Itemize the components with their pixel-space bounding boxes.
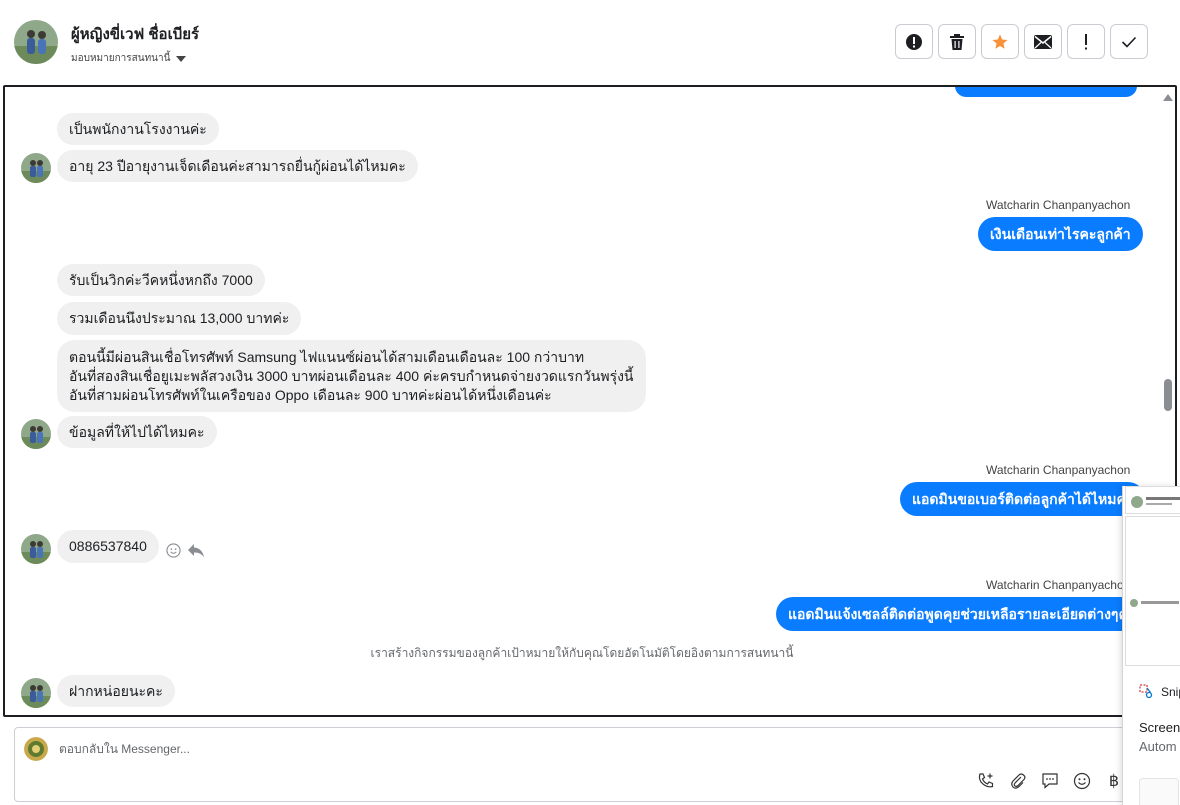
- message-outgoing-clipped: [955, 87, 1137, 102]
- message-bubble[interactable]: เงินเดือนเท่าไรคะลูกค้า: [978, 217, 1143, 251]
- message-incoming: ข้อมูลที่ให้ไปได้ไหมคะ: [57, 416, 217, 448]
- conversation-actions: [895, 24, 1148, 59]
- message-line: อันที่สามผ่อนโทรศัพท์ในเครือของ Oppo เดื…: [69, 386, 552, 403]
- star-icon: [992, 34, 1008, 49]
- snip-row: Snip: [1139, 684, 1180, 700]
- contact-avatar-small: [21, 534, 51, 564]
- star-button[interactable]: [981, 24, 1019, 59]
- chat-bubble-icon: [1042, 773, 1058, 789]
- message-bubble[interactable]: เป็นพนักงานโรงงานค่ะ: [57, 113, 219, 145]
- overlay-action-button[interactable]: [1139, 778, 1179, 805]
- reply-input[interactable]: [59, 742, 959, 756]
- message-incoming: เป็นพนักงานโรงงานค่ะ: [57, 113, 219, 145]
- caret-down-icon: [176, 55, 187, 62]
- message-bubble[interactable]: แอดมินแจ้งเซลล์ติดต่อพูดคุยช่วยเหลือรายล…: [776, 597, 1148, 631]
- reply-icon[interactable]: [187, 543, 205, 558]
- message-bubble[interactable]: ตอนนี้มีผ่อนสินเชื่อโทรศัพท์ Samsung ไฟแ…: [57, 340, 646, 412]
- sender-name: Watcharin Chanpanyachon: [986, 198, 1131, 212]
- preview-card[interactable]: [1125, 516, 1180, 666]
- baht-icon: ฿: [1108, 773, 1120, 790]
- paperclip-icon: [1011, 773, 1026, 789]
- mark-spam-button[interactable]: [895, 24, 933, 59]
- notification-overlay[interactable]: Snip Screen Autom: [1122, 486, 1180, 805]
- message-outgoing: แอดมินขอเบอร์ติดต่อลูกค้าได้ไหมคะ: [900, 482, 1146, 516]
- message-bubble[interactable]: อายุ 23 ปีอายุงานเจ็ดเดือนค่ะสามารถยื่นก…: [57, 150, 418, 182]
- scroll-up-arrow-icon[interactable]: [1163, 94, 1173, 101]
- check-icon: [1121, 36, 1137, 48]
- attach-button[interactable]: [1007, 770, 1029, 792]
- messenger-inbox-window: ผู้หญิงขี่เวฟ ชื่อเบียร์ มอบหมายการสนทนา…: [0, 0, 1180, 805]
- contact-name[interactable]: ผู้หญิงขี่เวฟ ชื่อเบียร์: [71, 22, 199, 46]
- message-incoming-multiline: ตอนนี้มีผ่อนสินเชื่อโทรศัพท์ Samsung ไฟแ…: [57, 340, 646, 412]
- contact-avatar-small: [21, 419, 51, 449]
- envelope-icon: [1034, 34, 1052, 49]
- emoji-icon: [1073, 772, 1091, 790]
- saved-replies-button[interactable]: [1039, 770, 1061, 792]
- message-incoming: รับเป็นวิกค่ะวีคหนึ่งหกถึง 7000: [57, 264, 265, 296]
- screen-label: Screen: [1139, 720, 1180, 735]
- message-incoming: 0886537840: [57, 530, 159, 563]
- message-incoming: ฝากหน่อยนะคะ: [57, 675, 175, 707]
- mark-unread-button[interactable]: [1024, 24, 1062, 59]
- phone-plus-icon: [978, 773, 994, 788]
- conversation-header: ผู้หญิงขี่เวฟ ชื่อเบียร์ มอบหมายการสนทนา…: [0, 0, 1180, 86]
- mark-done-button[interactable]: [1110, 24, 1148, 59]
- message-outgoing: แอดมินแจ้งเซลล์ติดต่อพูดคุยช่วยเหลือรายล…: [776, 597, 1148, 631]
- message-bubble[interactable]: ฝากหน่อยนะคะ: [57, 675, 175, 707]
- emoji-button[interactable]: [1071, 770, 1093, 792]
- contact-avatar-small: [21, 153, 51, 183]
- alert-circle-icon: [906, 33, 922, 50]
- trash-icon: [950, 33, 964, 50]
- assign-label: มอบหมายการสนทนานี้: [71, 53, 171, 64]
- delete-button[interactable]: [938, 24, 976, 59]
- message-hover-actions: [166, 543, 205, 558]
- message-bubble: [955, 87, 1137, 97]
- snipping-tool-icon: [1139, 684, 1153, 699]
- auto-label: Autom: [1139, 739, 1177, 754]
- message-thread[interactable]: เป็นพนักงานโรงงานค่ะ อายุ 23 ปีอายุงานเจ…: [3, 85, 1177, 717]
- call-button[interactable]: [975, 770, 997, 792]
- sender-name: Watcharin Chanpanyacho: [986, 578, 1124, 592]
- reply-composer: ฿: [14, 727, 1164, 802]
- snip-label: Snip: [1161, 685, 1180, 699]
- scroll-thumb[interactable]: [1164, 379, 1172, 411]
- page-avatar: [24, 737, 48, 761]
- system-note: เราสร้างกิจกรรมของลูกค้าเป้าหมายให้กับคุ…: [370, 646, 794, 660]
- message-bubble[interactable]: รวมเดือนนึงประมาณ 13,000 บาทค่ะ: [57, 302, 302, 335]
- thumbnail-card[interactable]: [1125, 486, 1180, 514]
- message-line: ตอนนี้มีผ่อนสินเชื่อโทรศัพท์ Samsung ไฟแ…: [69, 348, 585, 365]
- message-outgoing: เงินเดือนเท่าไรคะลูกค้า: [978, 217, 1143, 251]
- message-bubble[interactable]: 0886537840: [57, 530, 159, 563]
- message-bubble[interactable]: ข้อมูลที่ให้ไปได้ไหมคะ: [57, 416, 217, 448]
- message-line: อันที่สองสินเชื่อยูเมะพลัสวงเงิน 3000 บา…: [69, 367, 634, 384]
- contact-avatar-small: [21, 678, 51, 708]
- message-incoming: อายุ 23 ปีอายุงานเจ็ดเดือนค่ะสามารถยื่นก…: [57, 150, 418, 182]
- assign-conversation-dropdown[interactable]: มอบหมายการสนทนานี้: [71, 51, 187, 66]
- exclamation-icon: [1085, 33, 1087, 49]
- sender-name: Watcharin Chanpanyachon: [986, 463, 1131, 477]
- message-bubble[interactable]: แอดมินขอเบอร์ติดต่อลูกค้าได้ไหมคะ: [900, 482, 1146, 516]
- message-bubble[interactable]: รับเป็นวิกค่ะวีคหนึ่งหกถึง 7000: [57, 264, 265, 296]
- follow-up-button[interactable]: [1067, 24, 1105, 59]
- contact-avatar[interactable]: [14, 20, 58, 64]
- message-incoming: รวมเดือนนึงประมาณ 13,000 บาทค่ะ: [57, 302, 302, 335]
- react-emoji-icon[interactable]: [166, 543, 181, 558]
- composer-toolbar: ฿: [975, 770, 1125, 792]
